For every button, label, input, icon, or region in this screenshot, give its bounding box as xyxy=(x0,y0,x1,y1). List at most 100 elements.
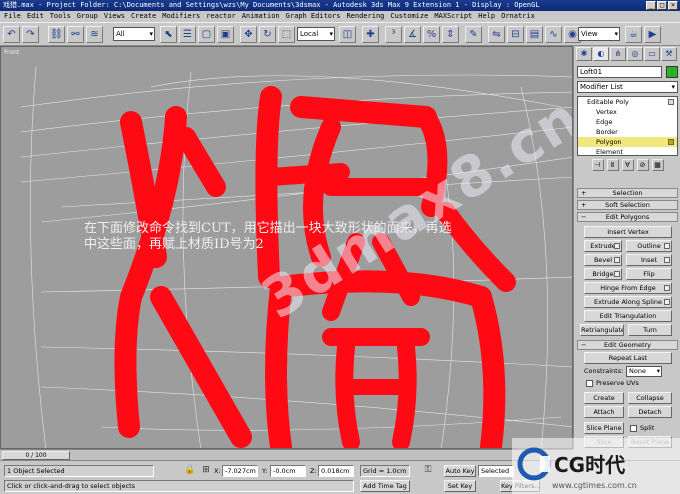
inset-button[interactable]: Inset xyxy=(626,254,672,266)
time-slider[interactable]: 0 / 100 xyxy=(0,449,573,460)
select-by-name-icon[interactable]: ☰ xyxy=(179,26,196,43)
layer-manager-icon[interactable]: ▤ xyxy=(526,26,543,43)
edit-geometry-rollout[interactable]: − Edit Geometry xyxy=(577,340,678,350)
menu-file[interactable]: File xyxy=(4,11,21,22)
utilities-tab-icon[interactable]: ⚒ xyxy=(661,47,677,61)
hierarchy-tab-icon[interactable]: ⋔ xyxy=(610,47,626,61)
display-tab-icon[interactable]: ▭ xyxy=(644,47,660,61)
stack-item-polygon[interactable]: Polygon xyxy=(578,137,677,147)
render-scene-icon[interactable]: ▶ xyxy=(644,26,661,43)
percent-snap-icon[interactable]: % xyxy=(423,26,440,43)
menu-modifiers[interactable]: Modifiers xyxy=(162,11,200,22)
object-color-swatch[interactable] xyxy=(666,66,678,78)
repeat-last-button[interactable]: Repeat Last xyxy=(584,352,672,364)
auto-key-button[interactable]: Auto Key xyxy=(444,465,476,477)
set-key-button[interactable]: Set Key xyxy=(444,480,476,492)
flip-button[interactable]: Flip xyxy=(626,268,672,280)
named-selection-icon[interactable]: ✎ xyxy=(465,26,482,43)
maximize-icon[interactable]: □ xyxy=(657,1,667,10)
scale-icon[interactable]: ⬚ xyxy=(278,26,295,43)
menu-tools[interactable]: Tools xyxy=(50,11,71,22)
outline-button[interactable]: Outline xyxy=(626,240,672,252)
stack-item-edge[interactable]: Edge xyxy=(578,117,677,127)
minimize-icon[interactable]: _ xyxy=(646,1,656,10)
hinge-from-edge-button[interactable]: Hinge From Edge xyxy=(584,282,672,294)
render-view-select[interactable]: View xyxy=(578,27,620,41)
menu-rendering[interactable]: Rendering xyxy=(346,11,384,22)
rotate-icon[interactable]: ↻ xyxy=(259,26,276,43)
y-coord-field[interactable]: -0.0cm xyxy=(270,465,306,477)
unlink-icon[interactable]: ⚯ xyxy=(67,26,84,43)
modifier-list-select[interactable]: Modifier List xyxy=(577,81,678,93)
remove-modifier-icon[interactable]: ⊘ xyxy=(636,159,649,171)
menu-graph-editors[interactable]: Graph Editors xyxy=(286,11,341,22)
configure-sets-icon[interactable]: ▦ xyxy=(651,159,664,171)
window-crossing-icon[interactable]: ▣ xyxy=(217,26,234,43)
constraints-select[interactable]: None xyxy=(626,366,662,377)
menu-maxscript[interactable]: MAXScript xyxy=(434,11,472,22)
x-coord-field[interactable]: -7.027cm xyxy=(222,465,258,477)
time-slider-thumb[interactable]: 0 / 100 xyxy=(2,451,70,460)
rect-selection-icon[interactable]: ▢ xyxy=(198,26,215,43)
mirror-icon[interactable]: ⇋ xyxy=(488,26,505,43)
link-icon[interactable]: ⛓ xyxy=(48,26,65,43)
curve-editor-icon[interactable]: ∿ xyxy=(545,26,562,43)
angle-snap-icon[interactable]: ∡ xyxy=(404,26,421,43)
create-tab-icon[interactable]: ✱ xyxy=(576,47,592,61)
lock-selection-icon[interactable]: 🔒 xyxy=(184,465,196,477)
collapse-button[interactable]: Collapse xyxy=(628,392,672,404)
show-end-result-icon[interactable]: Ⅱ xyxy=(606,159,619,171)
preserve-uvs-checkbox[interactable] xyxy=(586,380,593,387)
redo-icon[interactable]: ↷ xyxy=(22,26,39,43)
close-icon[interactable]: × xyxy=(668,1,678,10)
insert-vertex-button[interactable]: Insert Vertex xyxy=(584,226,672,238)
add-time-tag-button[interactable]: Add Time Tag xyxy=(360,480,410,492)
make-unique-icon[interactable]: ∀ xyxy=(621,159,634,171)
snap-toggle-icon[interactable]: ³ xyxy=(385,26,402,43)
slice-plane-button[interactable]: Slice Plane xyxy=(584,422,624,434)
select-manipulate-icon[interactable]: ✚ xyxy=(362,26,379,43)
spinner-snap-icon[interactable]: ⇕ xyxy=(442,26,459,43)
soft-selection-rollout[interactable]: + Soft Selection xyxy=(577,200,678,210)
menu-reactor[interactable]: reactor xyxy=(206,11,236,22)
pin-stack-icon[interactable]: ⊣ xyxy=(591,159,604,171)
edit-triangulation-button[interactable]: Edit Triangulation xyxy=(584,310,672,322)
move-icon[interactable]: ✥ xyxy=(240,26,257,43)
reference-coord-select[interactable]: Local xyxy=(297,27,335,41)
absolute-mode-icon[interactable]: ⊞ xyxy=(200,465,212,477)
extrude-button[interactable]: Extrude xyxy=(584,240,622,252)
quick-render-icon[interactable]: ☕ xyxy=(625,26,642,43)
motion-tab-icon[interactable]: ◎ xyxy=(627,47,643,61)
pivot-center-icon[interactable]: ◫ xyxy=(339,26,356,43)
extrude-along-spline-button[interactable]: Extrude Along Spline xyxy=(584,296,672,308)
key-mode-select[interactable]: Selected xyxy=(478,465,514,477)
turn-button[interactable]: Turn xyxy=(628,324,672,336)
menu-views[interactable]: Views xyxy=(104,11,125,22)
retriangulate-button[interactable]: Retriangulate xyxy=(580,324,624,336)
menu-help[interactable]: Help xyxy=(478,11,495,22)
selection-filter-select[interactable]: All xyxy=(113,27,155,41)
edit-polygons-rollout[interactable]: − Edit Polygons xyxy=(577,212,678,222)
stack-item-editable-poly[interactable]: Editable Poly xyxy=(578,97,677,107)
undo-icon[interactable]: ↶ xyxy=(3,26,20,43)
menu-group[interactable]: Group xyxy=(77,11,98,22)
detach-button[interactable]: Detach xyxy=(628,406,672,418)
object-name-field[interactable]: Loft01 xyxy=(577,66,662,78)
attach-button[interactable]: Attach xyxy=(584,406,624,418)
modify-tab-icon[interactable]: ◐ xyxy=(593,47,609,61)
stack-item-border[interactable]: Border xyxy=(578,127,677,137)
menu-animation[interactable]: Animation xyxy=(242,11,280,22)
z-coord-field[interactable]: 0.018cm xyxy=(318,465,354,477)
menu-edit[interactable]: Edit xyxy=(27,11,44,22)
selection-rollout[interactable]: + Selection xyxy=(577,188,678,198)
bevel-button[interactable]: Bevel xyxy=(584,254,622,266)
select-object-icon[interactable]: ⬉ xyxy=(160,26,177,43)
bind-space-warp-icon[interactable]: ≋ xyxy=(86,26,103,43)
stack-item-vertex[interactable]: Vertex xyxy=(578,107,677,117)
align-icon[interactable]: ⊟ xyxy=(507,26,524,43)
stack-item-element[interactable]: Element xyxy=(578,147,677,157)
menu-create[interactable]: Create xyxy=(131,11,156,22)
bridge-button[interactable]: Bridge xyxy=(584,268,622,280)
create-button[interactable]: Create xyxy=(584,392,624,404)
menu-customize[interactable]: Customize xyxy=(390,11,428,22)
